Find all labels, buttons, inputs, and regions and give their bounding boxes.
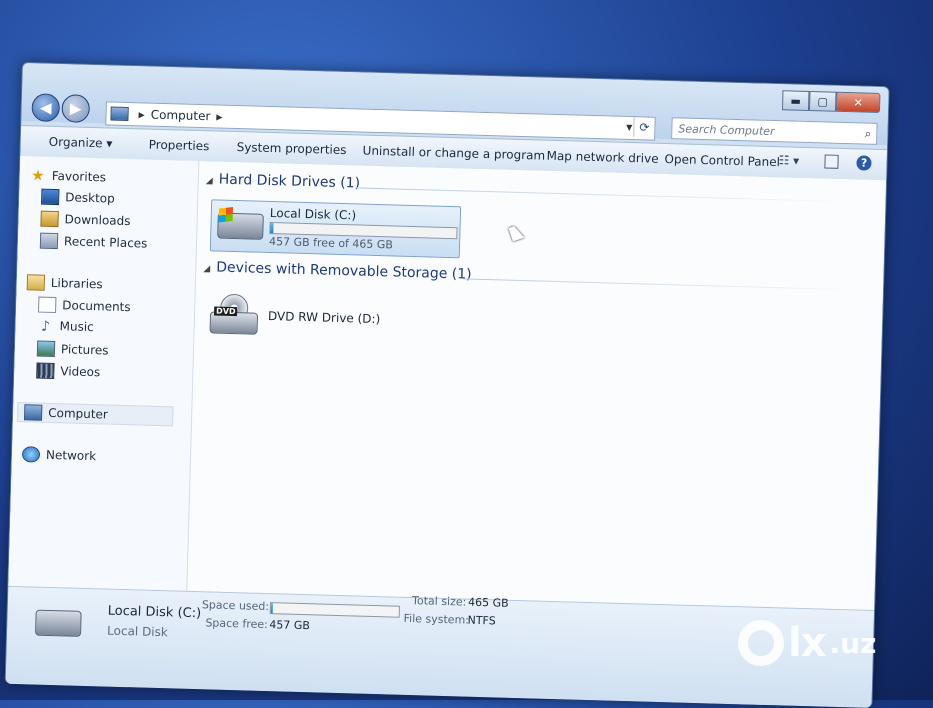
change-view-icon[interactable]: ☷ ▾ [778, 153, 799, 168]
computer-icon [110, 106, 129, 121]
videos-icon [36, 362, 55, 380]
sidebar-item-libraries[interactable]: Libraries [26, 274, 103, 292]
space-free-value: 457 GB [269, 618, 311, 633]
computer-icon [23, 404, 43, 421]
recent-places-icon [39, 232, 59, 250]
details-title: Local Disk (C:) [107, 603, 202, 622]
group-removable-storage[interactable]: ◢ Devices with Removable Storage (1) [203, 259, 472, 283]
watermark-brand: lx [788, 620, 827, 666]
group-hard-disk-drives[interactable]: ◢ Hard Disk Drives (1) [206, 171, 361, 192]
olx-watermark-logo: lx .uz [738, 620, 876, 666]
search-input[interactable]: Search Computer ⌕ [671, 117, 878, 145]
sidebar-item-label: Videos [60, 364, 101, 380]
sidebar-item-label: Music [59, 319, 94, 335]
minimize-button[interactable]: ▬ [781, 90, 810, 111]
help-icon[interactable]: ? [856, 155, 872, 171]
file-list: ◢ Hard Disk Drives (1) Local Disk (C:) 45… [194, 161, 878, 610]
explorer-window: ▬ ▢ ✕ ◀ ▶ ▶ Computer ▶ ▼ ⟳ Search Comput… [4, 62, 890, 708]
sidebar-item-recent-places[interactable]: Recent Places [39, 232, 148, 252]
breadcrumb-arrow-icon[interactable]: ▶ [138, 110, 144, 119]
sidebar-item-pictures[interactable]: Pictures [36, 340, 109, 359]
olx-logo-circle-icon [738, 620, 784, 666]
breadcrumb-arrow-icon[interactable]: ▶ [216, 112, 222, 121]
total-size-value: 465 GB [467, 595, 509, 610]
forward-button[interactable]: ▶ [61, 94, 91, 123]
dvd-drive-name[interactable]: DVD RW Drive (D:) [268, 309, 381, 326]
sidebar-item-label: Favorites [51, 168, 107, 185]
sidebar-item-label: Recent Places [63, 234, 148, 251]
uninstall-program-button[interactable]: Uninstall or change a program [362, 144, 545, 163]
open-control-panel-button[interactable]: Open Control Panel [664, 152, 780, 169]
documents-icon [38, 296, 57, 314]
arrow-left-icon: ◀ [39, 98, 52, 117]
search-placeholder: Search Computer [678, 121, 775, 138]
libraries-icon [26, 274, 46, 291]
close-button[interactable]: ✕ [835, 91, 881, 113]
properties-button[interactable]: Properties [149, 138, 210, 154]
arrow-right-icon: ▶ [69, 99, 82, 118]
sidebar-item-label: Downloads [64, 212, 131, 229]
maximize-button[interactable]: ▢ [808, 90, 837, 112]
sidebar-item-label: Network [45, 447, 97, 464]
window-controls: ▬ ▢ ✕ [781, 90, 881, 113]
drive-name: Local Disk (C:) [269, 205, 357, 223]
sidebar-item-network[interactable]: Network [21, 446, 97, 464]
breadcrumb-computer[interactable]: Computer [151, 108, 211, 124]
map-network-drive-button[interactable]: Map network drive [546, 149, 658, 166]
chevron-down-icon[interactable]: ▼ [626, 123, 632, 132]
system-properties-button[interactable]: System properties [237, 140, 347, 157]
watermark-tld: .uz [829, 626, 877, 660]
pictures-icon [36, 340, 56, 358]
mouse-cursor-icon [508, 224, 525, 242]
total-size-label: Total size: [411, 594, 467, 609]
sidebar-item-desktop[interactable]: Desktop [41, 188, 115, 207]
hard-drive-icon [34, 609, 82, 637]
dvd-badge: DVD [213, 306, 238, 317]
group-title: Hard Disk Drives (1) [218, 171, 361, 192]
space-used-bar-fill [270, 603, 274, 614]
desktop-icon [41, 188, 60, 206]
sidebar-item-label: Libraries [50, 275, 103, 292]
star-icon: ★ [30, 166, 45, 185]
navigation-pane: ★ Favorites Desktop Downloads Recent Pla… [8, 155, 200, 591]
space-used-label: Space used: [201, 598, 270, 614]
local-disk-c-item[interactable]: Local Disk (C:) 457 GB free of 465 GB [209, 199, 462, 259]
capacity-bar-fill [270, 223, 274, 234]
space-free-label: Space free: [205, 616, 268, 632]
group-divider [463, 278, 863, 291]
collapse-triangle-icon[interactable]: ◢ [206, 176, 213, 186]
sidebar-item-downloads[interactable]: Downloads [40, 210, 131, 230]
windows-logo-icon [218, 206, 234, 223]
dvd-drive-icon[interactable]: DVD [209, 293, 259, 335]
sidebar-item-label: Computer [48, 405, 109, 422]
downloads-icon [40, 210, 59, 228]
file-system-label: File system: [403, 611, 470, 627]
collapse-triangle-icon[interactable]: ◢ [203, 264, 210, 274]
music-note-icon: ♪ [40, 318, 51, 335]
file-system-value: NTFS [467, 613, 496, 628]
sidebar-item-computer[interactable]: Computer [16, 402, 174, 427]
space-used-bar [269, 602, 400, 618]
search-icon[interactable]: ⌕ [864, 127, 871, 142]
group-title: Devices with Removable Storage (1) [216, 259, 472, 283]
group-divider [355, 187, 856, 203]
sidebar-item-label: Pictures [60, 342, 109, 358]
sidebar-item-favorites[interactable]: ★ Favorites [30, 166, 107, 186]
sidebar-item-music[interactable]: ♪ Music [37, 319, 94, 335]
organize-button[interactable]: Organize ▾ [49, 135, 113, 151]
hard-drive-icon [217, 206, 264, 240]
sidebar-item-label: Documents [62, 298, 131, 315]
sidebar-item-videos[interactable]: Videos [36, 362, 101, 381]
sidebar-item-documents[interactable]: Documents [38, 296, 131, 316]
content-area: ★ Favorites Desktop Downloads Recent Pla… [8, 155, 887, 611]
details-subtitle: Local Disk [106, 623, 169, 640]
sidebar-item-label: Desktop [65, 190, 115, 206]
preview-pane-icon[interactable] [824, 154, 839, 169]
back-button[interactable]: ◀ [31, 93, 61, 123]
refresh-button[interactable]: ⟳ [633, 117, 655, 138]
network-icon [21, 446, 41, 463]
drive-free-space: 457 GB free of 465 GB [268, 234, 394, 252]
